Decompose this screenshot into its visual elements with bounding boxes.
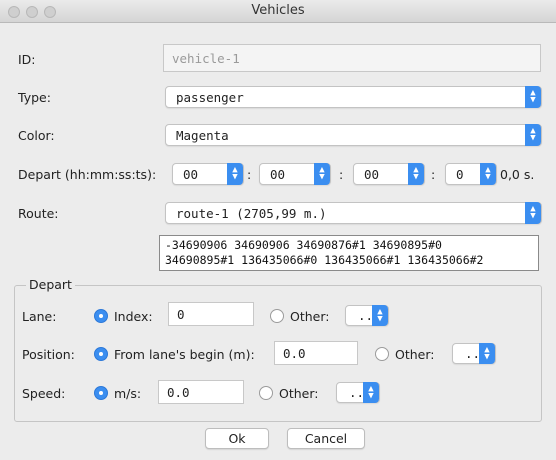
type-label: Type: bbox=[18, 90, 51, 105]
chevron-updown-icon: ▲ ▼ bbox=[363, 382, 379, 403]
depart-tenths-select[interactable]: 0 ▲ ▼ bbox=[445, 163, 497, 185]
speed-other-radio[interactable] bbox=[259, 386, 273, 400]
speed-other-select[interactable]: .. ▲ ▼ bbox=[336, 382, 380, 403]
lane-other-select[interactable]: .. ▲ ▼ bbox=[345, 305, 389, 326]
speed-input[interactable]: 0.0 bbox=[158, 380, 244, 404]
chevron-updown-icon: ▲ ▼ bbox=[525, 86, 541, 108]
position-input[interactable]: 0.0 bbox=[274, 341, 358, 365]
lane-other-radio[interactable] bbox=[270, 309, 284, 323]
type-value: passenger bbox=[176, 89, 244, 105]
color-value: Magenta bbox=[176, 127, 229, 143]
depart-time-label: Depart (hh:mm:ss:ts): bbox=[18, 167, 157, 182]
title-bar: Vehicles bbox=[0, 0, 556, 23]
depart-seconds-total: 0,0 s. bbox=[500, 167, 535, 182]
lane-other-value: .. bbox=[358, 308, 374, 323]
depart-hours-value: 00 bbox=[183, 166, 199, 182]
chevron-updown-icon: ▲ ▼ bbox=[480, 163, 496, 185]
position-value: 0.0 bbox=[283, 345, 306, 361]
time-separator: : bbox=[247, 167, 252, 182]
id-label: ID: bbox=[18, 52, 36, 67]
ok-button[interactable]: Ok bbox=[205, 428, 269, 449]
type-select[interactable]: passenger ▲ ▼ bbox=[165, 86, 542, 108]
position-from-begin-radio[interactable] bbox=[94, 347, 108, 361]
lane-index-input[interactable]: 0 bbox=[168, 302, 254, 326]
route-edges-line: 34690895#1 136435066#0 136435066#1 13643… bbox=[165, 253, 484, 267]
route-edges-text[interactable]: -34690906 34690906 34690876#1 34690895#0… bbox=[159, 235, 539, 271]
route-edges-line: -34690906 34690906 34690876#1 34690895#0 bbox=[165, 238, 442, 252]
lane-index-value: 0 bbox=[177, 306, 185, 322]
position-other-value: .. bbox=[465, 346, 481, 361]
speed-other-value: .. bbox=[349, 385, 365, 400]
depart-minutes-select[interactable]: 00 ▲ ▼ bbox=[259, 163, 331, 185]
route-value: route-1 (2705,99 m.) bbox=[176, 205, 327, 221]
depart-minutes-value: 00 bbox=[270, 166, 286, 182]
position-other-radio[interactable] bbox=[375, 347, 389, 361]
route-label: Route: bbox=[18, 206, 59, 221]
chevron-updown-icon: ▲ ▼ bbox=[227, 163, 243, 185]
minimize-window-icon[interactable] bbox=[26, 6, 38, 18]
speed-ms-radio[interactable] bbox=[94, 386, 108, 400]
chevron-updown-icon: ▲ ▼ bbox=[372, 305, 388, 326]
color-label: Color: bbox=[18, 128, 55, 143]
id-value: vehicle-1 bbox=[172, 50, 240, 66]
depart-tenths-value: 0 bbox=[456, 166, 464, 182]
lane-other-label: Other: bbox=[290, 309, 330, 324]
chevron-updown-icon: ▲ ▼ bbox=[525, 202, 541, 224]
close-window-icon[interactable] bbox=[8, 6, 20, 18]
window-title: Vehicles bbox=[251, 3, 305, 18]
time-separator: : bbox=[431, 167, 436, 182]
depart-hours-select[interactable]: 00 ▲ ▼ bbox=[172, 163, 244, 185]
chevron-updown-icon: ▲ ▼ bbox=[479, 343, 495, 364]
speed-ms-label: m/s: bbox=[114, 386, 142, 401]
position-other-label: Other: bbox=[395, 347, 435, 362]
depart-seconds-select[interactable]: 00 ▲ ▼ bbox=[353, 163, 425, 185]
lane-index-radio[interactable] bbox=[94, 309, 108, 323]
position-label: Position: bbox=[22, 347, 75, 362]
lane-index-label: Index: bbox=[114, 309, 153, 324]
id-field: vehicle-1 bbox=[163, 44, 541, 72]
position-from-begin-label: From lane's begin (m): bbox=[114, 347, 255, 362]
color-select[interactable]: Magenta ▲ ▼ bbox=[165, 124, 542, 146]
chevron-updown-icon: ▲ ▼ bbox=[525, 124, 541, 146]
chevron-updown-icon: ▲ ▼ bbox=[314, 163, 330, 185]
depart-group-title: Depart bbox=[26, 277, 75, 292]
position-other-select[interactable]: .. ▲ ▼ bbox=[452, 343, 496, 364]
cancel-button[interactable]: Cancel bbox=[287, 428, 365, 449]
speed-other-label: Other: bbox=[279, 386, 319, 401]
vehicles-dialog: Vehicles ID: vehicle-1 Type: passenger ▲… bbox=[0, 0, 556, 460]
speed-value: 0.0 bbox=[167, 384, 190, 400]
time-separator: : bbox=[339, 167, 344, 182]
lane-label: Lane: bbox=[22, 309, 57, 324]
route-select[interactable]: route-1 (2705,99 m.) ▲ ▼ bbox=[165, 202, 542, 224]
depart-seconds-value: 00 bbox=[364, 166, 380, 182]
zoom-window-icon[interactable] bbox=[44, 6, 56, 18]
speed-label: Speed: bbox=[22, 386, 66, 401]
chevron-updown-icon: ▲ ▼ bbox=[408, 163, 424, 185]
